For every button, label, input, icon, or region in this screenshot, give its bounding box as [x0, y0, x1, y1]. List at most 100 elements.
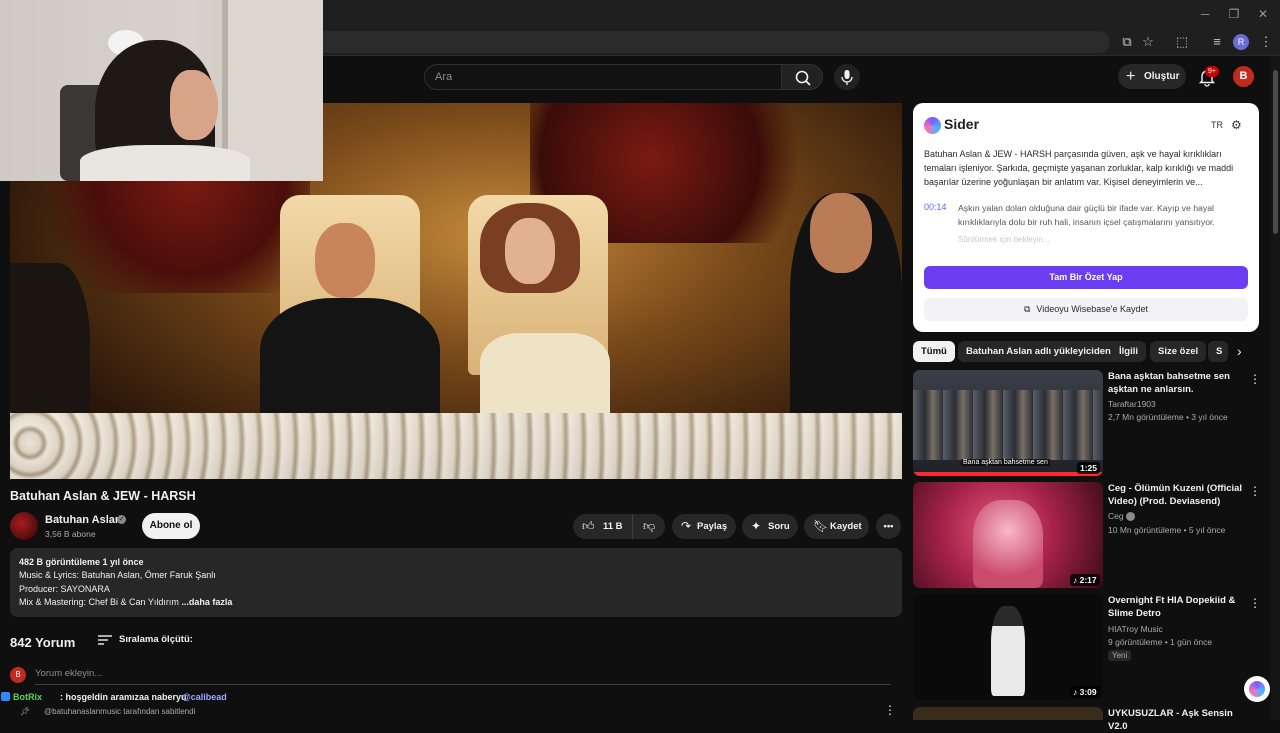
save-wisebase-button[interactable]: ⧉ Videoyu Wisebase'e Kaydet — [924, 298, 1248, 321]
chip-uploader[interactable]: Batuhan Aslan adlı yükleyiciden — [958, 341, 1119, 362]
chat-username: BotRix — [13, 692, 42, 702]
save-button[interactable]: 🔖︎ Kaydet — [804, 514, 869, 539]
chat-message: : hoşgeldin aramızaa naberyu — [60, 692, 187, 702]
full-summary-button[interactable]: Tam Bir Özet Yap — [924, 266, 1248, 289]
browser-profile-avatar[interactable]: R — [1233, 34, 1249, 50]
channel-name[interactable]: Batuhan Aslan — [45, 514, 122, 526]
restore-icon[interactable]: ❐ — [1225, 5, 1243, 23]
sider-language[interactable]: TR — [1211, 120, 1223, 130]
watched-progress — [913, 472, 1103, 476]
show-more-link[interactable]: ...daha fazla — [181, 597, 232, 607]
video-thumbnail[interactable] — [913, 707, 1103, 720]
rec-meta: 9 görüntüleme • 1 gün önce — [1108, 637, 1213, 647]
plus-icon: + — [1126, 68, 1136, 85]
dislike-button[interactable]: 👎︎ — [632, 514, 665, 539]
share-label: Paylaş — [697, 521, 728, 532]
chip-related[interactable]: İlgili — [1111, 341, 1146, 362]
webcam-person — [170, 70, 218, 140]
subscriber-count: 3,56 B abone — [45, 529, 96, 539]
description-line: Music & Lyrics: Batuhan Aslan, Ömer Faru… — [19, 570, 216, 581]
bookmark-star-icon[interactable]: ☆ — [1139, 33, 1157, 51]
sort-icon[interactable] — [97, 633, 113, 647]
sider-logo-icon — [1249, 681, 1265, 697]
verified-icon — [1126, 512, 1135, 521]
media-control-icon[interactable]: ≡ — [1208, 33, 1226, 51]
kebab-icon[interactable]: ⋮ — [1249, 372, 1261, 386]
dislike-icon: 👎︎ — [643, 519, 656, 533]
chip-more[interactable]: S — [1208, 341, 1228, 362]
channel-avatar[interactable] — [10, 512, 38, 540]
comment-input[interactable]: Yorum ekleyin... — [35, 668, 102, 679]
sider-timestamp[interactable]: 00:14 — [924, 202, 947, 212]
kebab-icon[interactable]: ⋮ — [1249, 596, 1261, 610]
sparkle-icon: ✦ — [751, 519, 762, 533]
like-count: 11 B — [603, 521, 623, 532]
comment-count: 842 Yorum — [10, 635, 76, 650]
rec-title[interactable]: Bana aşktan bahsetme sen aşktan ne anlar… — [1108, 370, 1243, 396]
chip-all[interactable]: Tümü — [913, 341, 955, 362]
new-badge: Yeni — [1108, 650, 1132, 661]
like-icon: 👍︎ — [582, 519, 595, 533]
video-scene-person — [810, 193, 872, 273]
search-button[interactable] — [781, 64, 823, 90]
close-window-icon[interactable]: ✕ — [1254, 5, 1272, 23]
kebab-icon[interactable]: ⋮ — [1249, 484, 1261, 498]
video-thumbnail[interactable]: ♪ 2:17 — [913, 482, 1103, 588]
rec-title[interactable]: Ceg - Ölümün Kuzeni (Official Video) (Pr… — [1108, 482, 1243, 508]
video-title: Batuhan Aslan & JEW - HARSH — [10, 489, 196, 503]
sider-loading-text: Sürdürmek için bekleyin... — [958, 235, 1050, 244]
duration-badge: ♪ 2:17 — [1070, 574, 1100, 586]
comment-kebab-icon[interactable]: ⋮ — [884, 703, 896, 717]
user-avatar: B — [10, 667, 26, 683]
video-thumbnail[interactable]: ♪ 3:09 — [913, 594, 1103, 700]
mic-icon — [841, 70, 853, 85]
kebab-icon: ••• — [883, 521, 894, 532]
rec-meta: 2,7 Mn görüntüleme • 3 yıl önce — [1108, 412, 1228, 422]
chat-platform-icon — [1, 692, 10, 701]
rec-channel[interactable]: HIATroy Music — [1108, 624, 1163, 634]
thumbnail-image — [913, 390, 1103, 460]
subscribe-button[interactable]: Abone ol — [142, 513, 200, 539]
save-wisebase-label: Videoyu Wisebase'e Kaydet — [1036, 304, 1149, 314]
sort-button[interactable]: Sıralama ölçütü: — [119, 634, 193, 645]
webcam-overlay — [0, 0, 323, 181]
video-scene-person — [505, 218, 555, 284]
chip-for-you[interactable]: Size özel — [1150, 341, 1207, 362]
ask-button[interactable]: ✦ Soru — [742, 514, 798, 539]
description-box[interactable]: 482 B görüntüleme 1 yıl önce Music & Lyr… — [10, 548, 902, 617]
scrollbar-thumb[interactable] — [1273, 70, 1278, 234]
view-meta: 482 B görüntüleme 1 yıl önce — [19, 557, 144, 567]
extensions-icon[interactable]: ⬚ — [1173, 33, 1191, 51]
sider-title: Sider — [944, 116, 980, 132]
search-icon — [795, 70, 811, 86]
rec-title[interactable]: UYKUSUZLAR - Aşk Sensin V2.0 — [1108, 707, 1248, 733]
chevron-right-icon[interactable]: › — [1237, 343, 1242, 359]
more-actions-button[interactable]: ••• — [876, 514, 901, 539]
create-label: Oluştur — [1144, 71, 1180, 82]
gear-icon[interactable]: ⚙ — [1231, 118, 1242, 132]
minimize-icon[interactable]: ─ — [1196, 5, 1214, 23]
thumbnail-image — [991, 606, 1025, 696]
create-button[interactable]: + Oluştur — [1118, 64, 1186, 89]
sider-summary: Batuhan Aslan & JEW - HARSH parçasında g… — [924, 149, 1234, 187]
webcam-person — [80, 145, 250, 181]
sider-logo-icon — [924, 117, 941, 134]
video-scene-person — [315, 223, 375, 298]
share-button[interactable]: ↷ Paylaş — [672, 514, 736, 539]
video-thumbnail[interactable]: Bana aşktan bahsetme sen 1:25 — [913, 370, 1103, 476]
voice-search-button[interactable] — [834, 64, 860, 90]
search-input[interactable]: Ara — [424, 64, 782, 90]
ask-label: Soru — [768, 521, 790, 532]
install-app-icon[interactable]: ⧉ — [1118, 33, 1136, 51]
like-button[interactable]: 👍︎ 11 B — [573, 514, 632, 539]
account-avatar[interactable]: B — [1233, 66, 1254, 87]
browser-menu-icon[interactable]: ⋮ — [1257, 33, 1275, 51]
thumbnail-image — [973, 500, 1043, 588]
video-scene-flowers — [10, 413, 902, 479]
rec-channel[interactable]: Taraftar1903 — [1108, 399, 1156, 409]
rec-channel[interactable]: Ceg — [1108, 511, 1124, 521]
comment-input-underline — [35, 684, 891, 685]
duration-badge: ♪ 3:09 — [1070, 686, 1100, 698]
address-bar[interactable] — [300, 31, 1110, 53]
rec-title[interactable]: Overnight Ft HIA Dopekiid & Slime Detro — [1108, 594, 1243, 620]
